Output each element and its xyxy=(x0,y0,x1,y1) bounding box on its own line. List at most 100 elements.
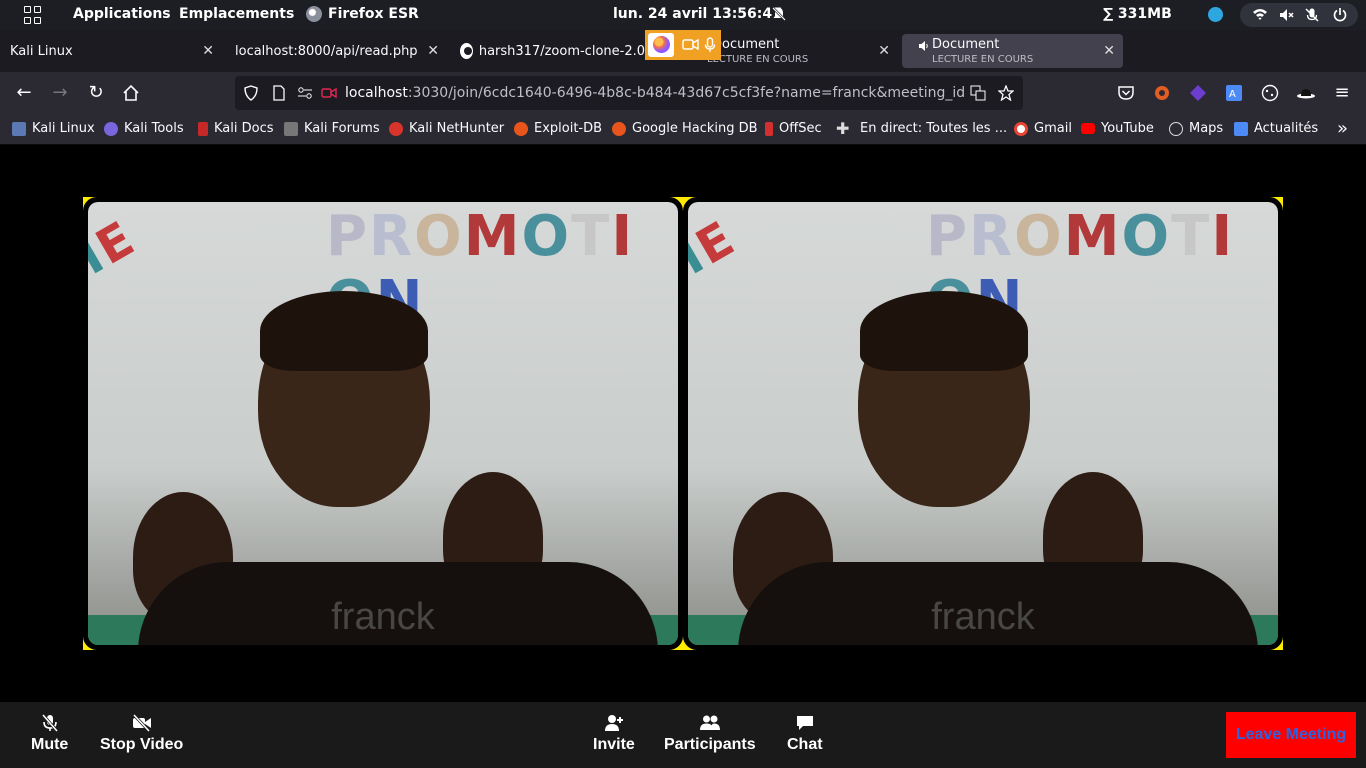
bookmark-label: Actualités xyxy=(1254,121,1319,136)
url-bar[interactable]: localhost:3030/join/6cdc1640-6496-4b8c-b… xyxy=(235,76,1023,110)
tracking-protection-shield-icon[interactable] xyxy=(243,85,259,101)
chat-button[interactable]: Chat xyxy=(787,714,823,754)
tab-title: localhost:8000/api/read.php xyxy=(235,43,418,59)
bookmark-item[interactable]: Kali NetHunter xyxy=(389,121,504,136)
bookmark-item[interactable]: Kali Forums xyxy=(284,121,380,136)
bookmark-label: Kali Docs xyxy=(214,121,274,136)
memory-monitor[interactable]: ∑ 331MB xyxy=(1103,6,1172,22)
tab-media-status: LECTURE EN COURS xyxy=(932,54,1034,65)
reload-button[interactable]: ↻ xyxy=(86,83,106,103)
extension-hat-icon[interactable] xyxy=(1296,83,1316,103)
close-tab-icon[interactable]: ✕ xyxy=(878,43,890,59)
volume-muted-icon xyxy=(1280,9,1294,21)
bookmark-item[interactable]: Gmail xyxy=(1014,121,1072,136)
microphone-sharing-icon[interactable] xyxy=(704,37,716,53)
bookmark-label: Google Hacking DB xyxy=(632,121,758,136)
bookmark-item[interactable]: Google Hacking DB xyxy=(612,121,758,136)
permissions-icon[interactable] xyxy=(297,85,313,101)
invite-label: Invite xyxy=(593,736,635,753)
system-status-menu[interactable] xyxy=(1240,3,1358,27)
notifications-muted-icon[interactable] xyxy=(771,6,787,22)
microphone-slash-icon xyxy=(41,714,58,732)
close-tab-icon[interactable]: ✕ xyxy=(202,43,214,59)
bookmark-star-icon[interactable] xyxy=(998,85,1014,101)
translate-page-icon[interactable] xyxy=(970,85,986,101)
bookmarks-overflow-button[interactable]: » xyxy=(1337,118,1348,139)
kali-tools-icon xyxy=(104,121,118,136)
participant-name: franck xyxy=(331,596,435,638)
leave-meeting-button[interactable]: Leave Meeting xyxy=(1226,712,1356,758)
bookmark-label: Kali Forums xyxy=(304,121,380,136)
extension-cookie-icon[interactable] xyxy=(1260,83,1280,103)
extension-foxyproxy-icon[interactable] xyxy=(1152,83,1172,103)
chat-label: Chat xyxy=(787,736,823,753)
participants-button[interactable]: Participants xyxy=(664,714,756,754)
wall-banner-left: IE xyxy=(688,210,745,286)
participant-person xyxy=(258,291,448,567)
camera-sharing-icon[interactable] xyxy=(682,38,699,51)
tab-kali-linux[interactable]: Kali Linux ✕ xyxy=(0,34,222,68)
pocket-icon[interactable] xyxy=(1116,83,1136,103)
participant-video-tile[interactable]: IE PROMOTION franck xyxy=(683,197,1283,650)
application-menu-button[interactable]: ≡ xyxy=(1332,83,1352,103)
participants-label: Participants xyxy=(664,736,756,753)
clock[interactable]: lun. 24 avril 13:56:47 xyxy=(613,6,782,22)
page-info-icon[interactable] xyxy=(271,85,287,101)
close-tab-icon[interactable]: ✕ xyxy=(427,43,439,59)
extension-translate-icon[interactable]: A xyxy=(1224,83,1244,103)
forward-button[interactable]: → xyxy=(50,83,70,103)
participant-video-feed: IE PROMOTION xyxy=(688,202,1278,645)
mute-button[interactable]: Mute xyxy=(31,714,68,754)
url-text[interactable]: localhost:3030/join/6cdc1640-6496-4b8c-b… xyxy=(345,85,965,101)
stop-video-button[interactable]: Stop Video xyxy=(100,714,183,754)
bookmark-item[interactable]: Actualités xyxy=(1234,121,1318,136)
wifi-icon xyxy=(1253,9,1267,20)
close-tab-icon[interactable]: ✕ xyxy=(1103,43,1115,59)
user-plus-icon xyxy=(604,715,623,731)
offsec-icon xyxy=(765,121,773,136)
home-icon[interactable] xyxy=(121,83,141,103)
app-grid-icon[interactable] xyxy=(24,6,42,24)
invite-button[interactable]: Invite xyxy=(593,714,635,754)
gmail-icon xyxy=(1014,121,1028,136)
bookmark-item[interactable]: Kali Tools xyxy=(104,121,184,136)
meeting-controls-bar: Mute Stop Video Invite Participants Chat… xyxy=(0,702,1366,768)
bookmark-item[interactable]: YouTube xyxy=(1081,121,1154,136)
applications-menu[interactable]: Applications xyxy=(73,6,171,22)
firefox-logo-icon xyxy=(648,33,674,57)
participant-hair xyxy=(260,291,428,371)
video-slash-icon xyxy=(132,714,151,732)
ghdb-icon xyxy=(612,121,626,136)
nethunter-icon xyxy=(389,121,403,136)
kali-forums-icon xyxy=(284,121,298,136)
bookmark-item[interactable]: Exploit-DB xyxy=(514,121,602,136)
places-menu[interactable]: Emplacements xyxy=(179,6,294,22)
tab-api-read[interactable]: localhost:8000/api/read.php ✕ xyxy=(225,34,447,68)
kali-dragon-icon xyxy=(12,121,26,136)
telegram-tray-icon[interactable] xyxy=(1208,7,1223,22)
bookmark-item[interactable]: ✚ En direct: Toutes les ... xyxy=(836,120,1007,136)
tab-github-zoom-clone[interactable]: harsh317/zoom-clone-2.0 xyxy=(450,34,645,68)
bookmark-label: Gmail xyxy=(1034,121,1072,136)
participant-video-tile[interactable]: IE PROMOTION franck xyxy=(83,197,683,650)
kali-docs-icon xyxy=(198,121,208,136)
speaker-icon[interactable] xyxy=(918,40,930,52)
focused-app-indicator[interactable]: Firefox ESR xyxy=(306,6,419,22)
bookmark-item[interactable]: Kali Linux xyxy=(12,121,95,136)
exploit-db-icon xyxy=(514,121,528,136)
bookmark-item[interactable]: Kali Docs xyxy=(198,121,274,136)
back-button[interactable]: ← xyxy=(14,83,34,103)
tab-title: Document xyxy=(712,37,780,52)
extension-wappalyzer-icon[interactable] xyxy=(1188,83,1208,103)
bookmark-label: YouTube xyxy=(1101,121,1154,136)
globe-icon xyxy=(1169,121,1183,136)
svg-text:A: A xyxy=(1229,89,1236,100)
bookmark-item[interactable]: OffSec xyxy=(765,121,822,136)
media-sharing-indicator[interactable] xyxy=(645,30,721,60)
camera-in-use-icon[interactable] xyxy=(321,85,337,101)
tab-document-playing-1[interactable]: Document LECTURE EN COURS ✕ xyxy=(700,34,898,68)
youtube-icon xyxy=(1081,123,1095,134)
tab-document-playing-2[interactable]: Document LECTURE EN COURS ✕ xyxy=(902,34,1123,68)
browser-navigation-bar: ← → ↻ localhost:3030/join/6cdc1640-6496-… xyxy=(0,72,1366,114)
bookmark-item[interactable]: Maps xyxy=(1169,121,1223,136)
